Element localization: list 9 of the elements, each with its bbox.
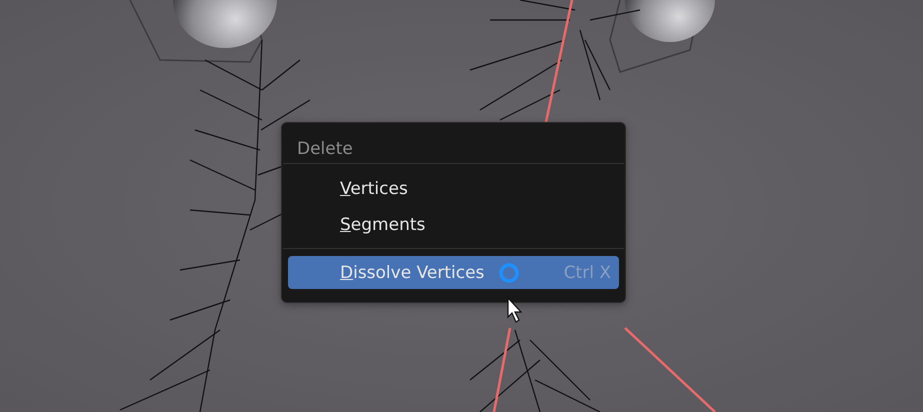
ring-icon [498,262,520,284]
menu-item[interactable]: Dissolve Vertices Ctrl X [288,256,619,289]
menu-title: Delete [296,138,353,161]
menu-item-label: Dissolve Vertices [340,262,484,282]
menu-item-label: Vertices [340,179,408,199]
menu-item[interactable]: Segments [288,207,619,243]
menu-item-label: Segments [340,215,426,235]
menu-item[interactable]: Vertices [288,171,619,207]
shortcut-text: Ctrl X [564,262,611,282]
